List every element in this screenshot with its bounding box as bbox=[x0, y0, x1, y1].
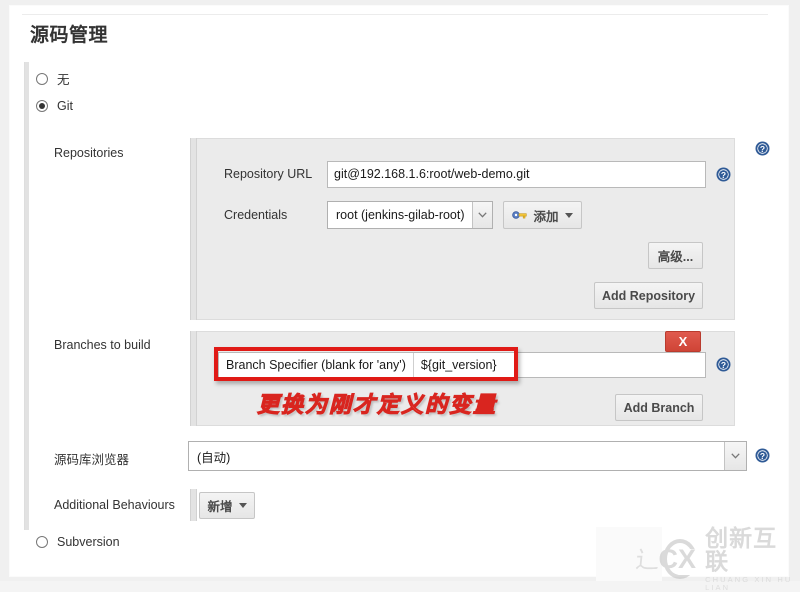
watermark-cn: 创新互联 bbox=[705, 525, 778, 574]
top-divider bbox=[22, 14, 768, 15]
repository-browser-label: 源码库浏览器 bbox=[54, 453, 130, 467]
radio-scm-subversion[interactable]: Subversion bbox=[36, 535, 120, 549]
page-title: 源码管理 bbox=[30, 25, 109, 46]
caret-down-icon[interactable] bbox=[238, 503, 247, 508]
branches-panel-tab bbox=[190, 331, 197, 426]
radio-scm-none[interactable]: 无 bbox=[36, 69, 70, 88]
watermark: CX 创新互联 CHUANG XIN HU LIAN bbox=[659, 527, 800, 591]
help-icon-branch-specifier[interactable]: ? bbox=[716, 357, 731, 372]
repository-browser-value: (自动) bbox=[197, 450, 231, 465]
radio-git-indicator[interactable] bbox=[36, 100, 48, 112]
svg-text:?: ? bbox=[721, 360, 726, 370]
radio-subversion-indicator[interactable] bbox=[36, 536, 48, 548]
page-root: 源码管理 无 Git Repositories Repository URL g… bbox=[0, 0, 800, 591]
svg-text:?: ? bbox=[760, 144, 765, 154]
radio-git-label: Git bbox=[57, 99, 73, 113]
radio-none-label: 无 bbox=[57, 73, 70, 87]
help-icon-repository-browser[interactable]: ? bbox=[755, 448, 770, 463]
credentials-select[interactable]: root (jenkins-gilab-root) bbox=[327, 201, 493, 229]
radio-subversion-label: Subversion bbox=[57, 535, 120, 549]
add-credentials-label: 添加 bbox=[533, 209, 559, 224]
advanced-button[interactable]: 高级... bbox=[648, 242, 703, 269]
additional-behaviours-label: Additional Behaviours bbox=[54, 498, 175, 512]
branches-to-build-label: Branches to build bbox=[54, 338, 151, 352]
chevron-down-icon[interactable] bbox=[472, 202, 492, 228]
radio-scm-git[interactable]: Git bbox=[36, 99, 73, 113]
add-repository-button[interactable]: Add Repository bbox=[594, 282, 703, 309]
chevron-down-icon[interactable] bbox=[724, 442, 746, 470]
repository-url-label: Repository URL bbox=[224, 167, 313, 181]
delete-branch-button[interactable]: X bbox=[665, 331, 701, 352]
radio-none-indicator[interactable] bbox=[36, 72, 48, 85]
credentials-label: Credentials bbox=[224, 208, 288, 222]
repository-browser-select[interactable]: (自动) bbox=[188, 441, 747, 471]
branch-specifier-label: Branch Specifier (blank for 'any') bbox=[219, 353, 414, 377]
key-icon bbox=[512, 209, 528, 221]
credentials-select-value: root (jenkins-gilab-root) bbox=[336, 208, 465, 222]
scm-guide-bar bbox=[24, 62, 29, 530]
caret-down-icon[interactable] bbox=[564, 212, 573, 218]
additional-behaviours-panel-tab bbox=[190, 489, 197, 521]
watermark-en: CHUANG XIN HU LIAN bbox=[705, 575, 793, 592]
svg-text:?: ? bbox=[721, 170, 726, 180]
repository-url-input[interactable]: git@192.168.1.6:root/web-demo.git bbox=[327, 161, 706, 188]
watermark-text: 创新互联 CHUANG XIN HU LIAN bbox=[705, 527, 800, 591]
add-branch-button[interactable]: Add Branch bbox=[615, 394, 703, 421]
help-icon-repositories[interactable]: ? bbox=[755, 141, 770, 156]
watermark-logo-letter: CX bbox=[658, 544, 697, 574]
annotation-text: 更换为刚才定义的变量 bbox=[256, 392, 497, 418]
branch-specifier-row: Branch Specifier (blank for 'any') ${git… bbox=[218, 352, 706, 378]
svg-text:?: ? bbox=[760, 451, 765, 461]
watermark-logo-icon: CX bbox=[659, 539, 698, 579]
branch-specifier-input[interactable]: ${git_version} bbox=[414, 353, 705, 377]
repositories-panel-tab bbox=[190, 138, 197, 320]
help-icon-repository-url[interactable]: ? bbox=[716, 167, 731, 182]
add-credentials-button[interactable]: 添加 bbox=[503, 201, 582, 229]
additional-behaviours-add-button[interactable]: 新增 bbox=[199, 492, 255, 519]
repositories-label: Repositories bbox=[54, 146, 124, 160]
additional-behaviours-add-label: 新增 bbox=[207, 500, 233, 514]
